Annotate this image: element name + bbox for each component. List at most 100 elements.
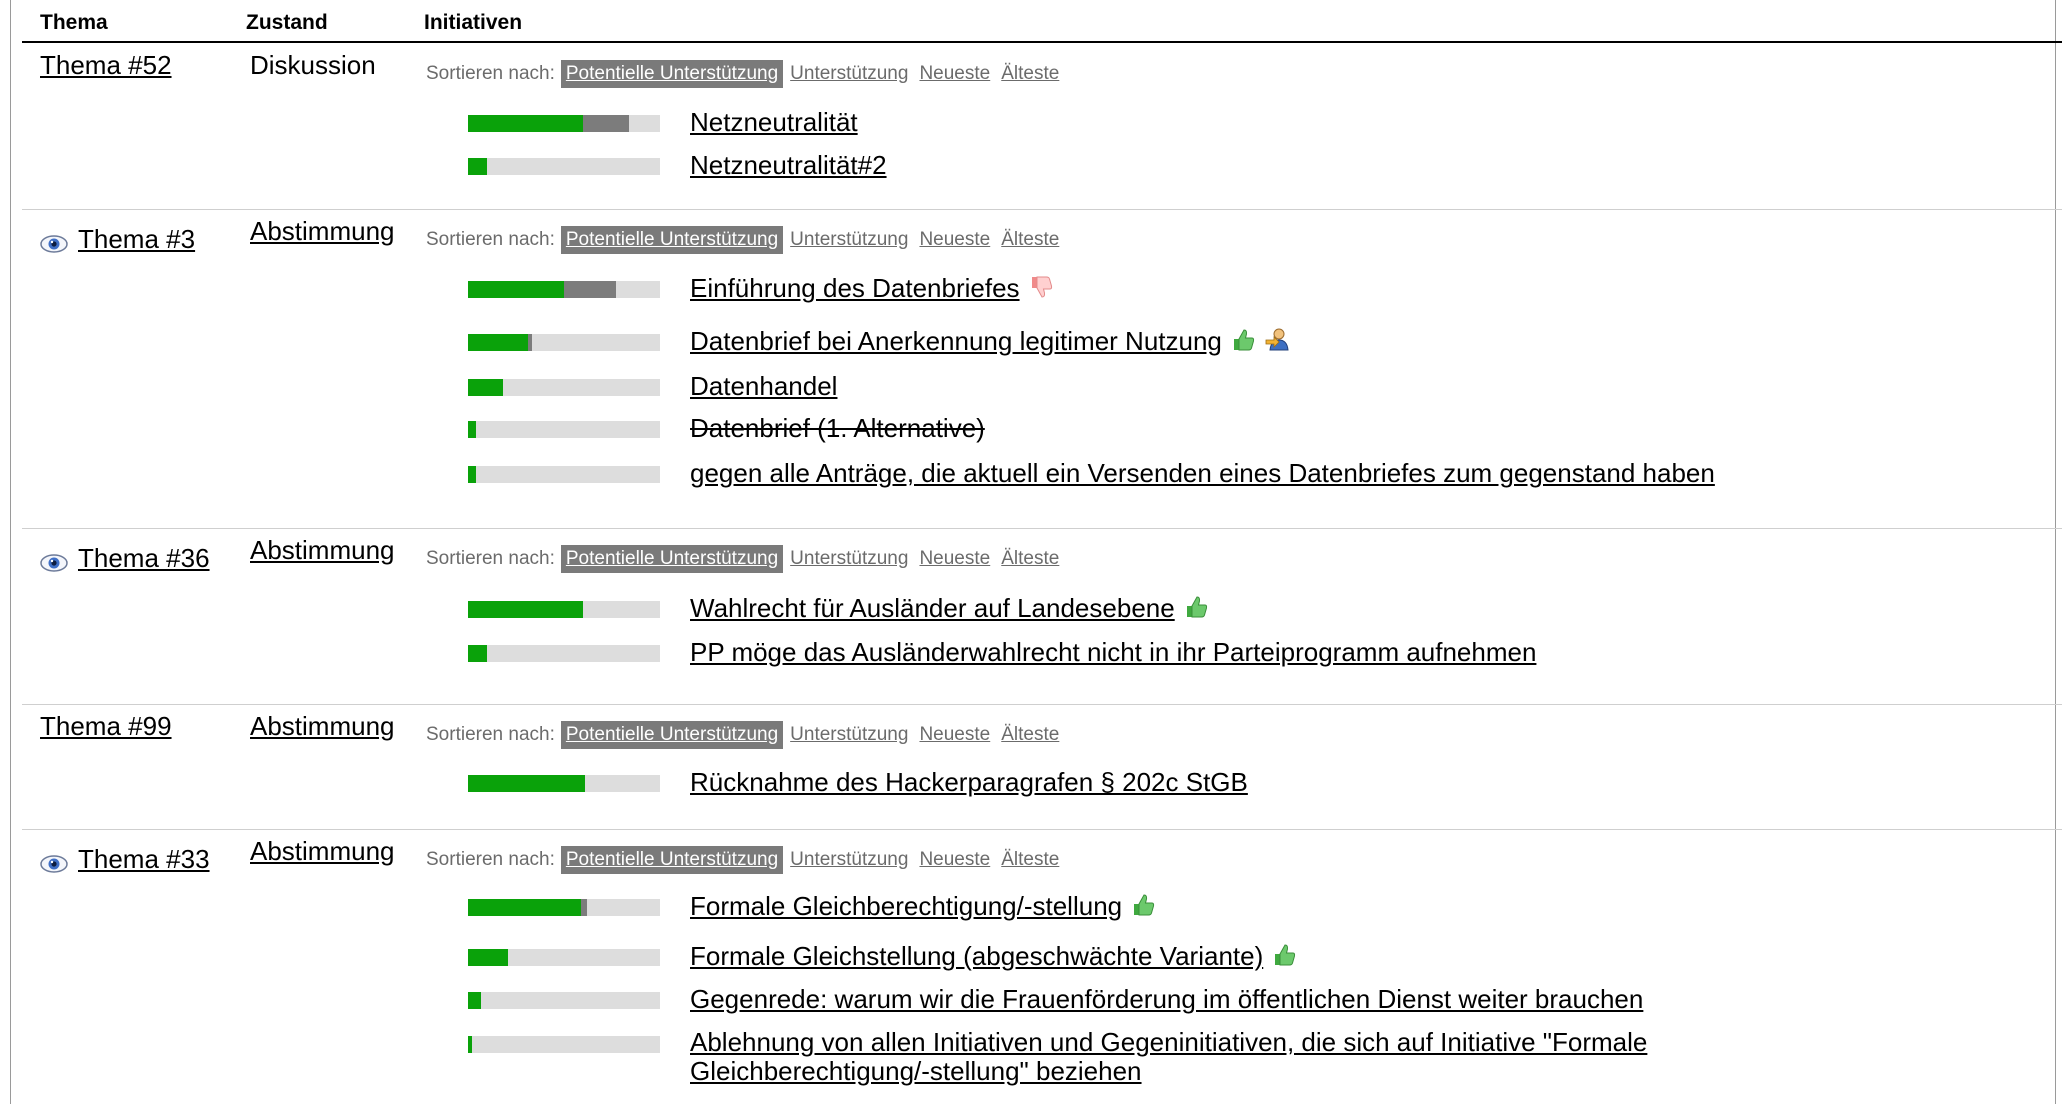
sort-option[interactable]: Unterstützung [790, 548, 908, 570]
topic-link[interactable]: Thema #52 [40, 50, 172, 81]
initiative-link[interactable]: Gegenrede: warum wir die Frauenförderung… [690, 984, 1643, 1014]
supporter-fill [468, 992, 481, 1009]
initiative-row: Ablehnung von allen Initiativen und Gege… [468, 1028, 1770, 1086]
initiative-link[interactable]: PP möge das Ausländerwahlrecht nicht in … [690, 637, 1536, 667]
topic-link[interactable]: Thema #33 [40, 844, 210, 875]
sort-option[interactable]: Unterstützung [790, 849, 908, 871]
initiative-title: Netzneutralität [690, 107, 858, 137]
initiative-title: gegen alle Anträge, die aktuell ein Vers… [690, 458, 1715, 488]
topic-name: Thema #3 [78, 224, 196, 254]
initiative-row: Datenhandel [468, 371, 837, 401]
sort-option[interactable]: Neueste [919, 849, 990, 871]
sort-option[interactable]: Potentielle Unterstützung [560, 721, 784, 749]
initiative-link[interactable]: Formale Gleichberechtigung/-stellung [690, 891, 1156, 924]
initiative-title: Formale Gleichstellung (abgeschwächte Va… [690, 941, 1264, 971]
support-bar [468, 1036, 660, 1053]
eye-icon [40, 230, 68, 253]
supporter-fill [468, 466, 476, 483]
support-bar [468, 899, 660, 916]
support-bar [468, 949, 660, 966]
header-initiatives: Initiativen [424, 11, 523, 34]
sort-label: Sortieren nach: [426, 849, 555, 870]
sort-bar: Sortieren nach: Potentielle Unterstützung… [426, 545, 1070, 573]
sort-option[interactable]: Potentielle Unterstützung [560, 545, 784, 573]
sort-label: Sortieren nach: [426, 229, 555, 250]
initiative-row: Einführung des Datenbriefes [468, 273, 1054, 306]
table-header: Thema Zustand Initiativen [22, 0, 2062, 43]
topic-link[interactable]: Thema #3 [40, 224, 195, 255]
eye-icon [40, 850, 68, 873]
thumbs-up-icon [1230, 327, 1256, 359]
supporter-fill [468, 1036, 472, 1053]
support-bar [468, 334, 660, 351]
topic-name: Thema #52 [40, 50, 172, 80]
support-bar [468, 379, 660, 396]
sort-option[interactable]: Unterstützung [790, 63, 908, 85]
initiative-title: Rücknahme des Hackerparagrafen § 202c St… [690, 767, 1248, 797]
sort-option[interactable]: Unterstützung [790, 724, 908, 746]
initiative-title: Einführung des Datenbriefes [690, 273, 1020, 303]
header-topic: Thema [40, 11, 108, 34]
potential-fill [564, 281, 616, 298]
initiative-link[interactable]: Wahlrecht für Ausländer auf Landesebene [690, 593, 1209, 626]
initiative-title: Gegenrede: warum wir die Frauenförderung… [690, 984, 1644, 1014]
sort-option[interactable]: Potentielle Unterstützung [560, 60, 784, 88]
support-bar [468, 645, 660, 662]
initiative-link[interactable]: Einführung des Datenbriefes [690, 273, 1054, 306]
topic-name: Thema #99 [40, 711, 172, 741]
sort-option[interactable]: Älteste [1001, 548, 1059, 570]
initiative-link[interactable]: gegen alle Anträge, die aktuell ein Vers… [690, 458, 1715, 488]
header-state: Zustand [246, 11, 328, 34]
supporter-fill [468, 645, 487, 662]
support-bar [468, 158, 660, 175]
sort-bar: Sortieren nach: Potentielle Unterstützung… [426, 721, 1070, 749]
initiative-title: Datenhandel [690, 371, 838, 401]
initiative-title: Netzneutralität#2 [690, 150, 887, 180]
sort-label: Sortieren nach: [426, 63, 555, 84]
supporter-fill [468, 334, 528, 351]
initiative-row: Netzneutralität#2 [468, 150, 887, 180]
initiative-title: PP möge das Ausländerwahlrecht nicht in … [690, 637, 1537, 667]
initiative-link[interactable]: Ablehnung von allen Initiativen und Gege… [690, 1028, 1770, 1086]
sort-label: Sortieren nach: [426, 724, 555, 745]
supporter-fill [468, 899, 581, 916]
initiative-link[interactable]: Formale Gleichstellung (abgeschwächte Va… [690, 941, 1297, 974]
initiative-row: Datenbrief (1. Alternative) [468, 413, 985, 443]
topic-row: Thema #33 Abstimmung Sortieren nach: Potent… [22, 830, 2062, 1110]
sort-option[interactable]: Unterstützung [790, 229, 908, 251]
sort-bar: Sortieren nach: Potentielle Unterstützung… [426, 226, 1070, 254]
initiative-link[interactable]: Rücknahme des Hackerparagrafen § 202c St… [690, 767, 1248, 797]
supporter-fill [468, 775, 585, 792]
supporter-fill [468, 601, 583, 618]
initiative-link[interactable]: Netzneutralität [690, 107, 858, 137]
sort-option[interactable]: Neueste [919, 63, 990, 85]
sort-option[interactable]: Potentielle Unterstützung [560, 226, 784, 254]
initiative-link[interactable]: Datenbrief (1. Alternative) [690, 413, 985, 443]
support-bar [468, 601, 660, 618]
topic-state[interactable]: Abstimmung [250, 836, 395, 867]
sort-option[interactable]: Neueste [919, 229, 990, 251]
sort-option[interactable]: Älteste [1001, 849, 1059, 871]
topic-link[interactable]: Thema #99 [40, 711, 172, 742]
topic-state[interactable]: Abstimmung [250, 711, 395, 742]
topic-name: Thema #33 [78, 844, 210, 874]
topic-link[interactable]: Thema #36 [40, 543, 210, 574]
sort-option[interactable]: Potentielle Unterstützung [560, 846, 784, 874]
topic-state[interactable]: Abstimmung [250, 535, 395, 566]
initiative-link[interactable]: Netzneutralität#2 [690, 150, 887, 180]
support-bar [468, 466, 660, 483]
topic-state[interactable]: Abstimmung [250, 216, 395, 247]
thumbs-down-icon [1028, 274, 1054, 306]
sort-bar: Sortieren nach: Potentielle Unterstützung… [426, 60, 1070, 88]
supporter-fill [468, 158, 487, 175]
initiative-link[interactable]: Datenhandel [690, 371, 837, 401]
supporter-fill [468, 281, 564, 298]
sort-option[interactable]: Älteste [1001, 229, 1059, 251]
initiative-link[interactable]: Datenbrief bei Anerkennung legitimer Nut… [690, 326, 1292, 360]
supporter-fill [468, 949, 508, 966]
sort-option[interactable]: Älteste [1001, 724, 1059, 746]
initiative-row: Netzneutralität [468, 107, 858, 137]
sort-option[interactable]: Neueste [919, 548, 990, 570]
sort-option[interactable]: Älteste [1001, 63, 1059, 85]
sort-option[interactable]: Neueste [919, 724, 990, 746]
